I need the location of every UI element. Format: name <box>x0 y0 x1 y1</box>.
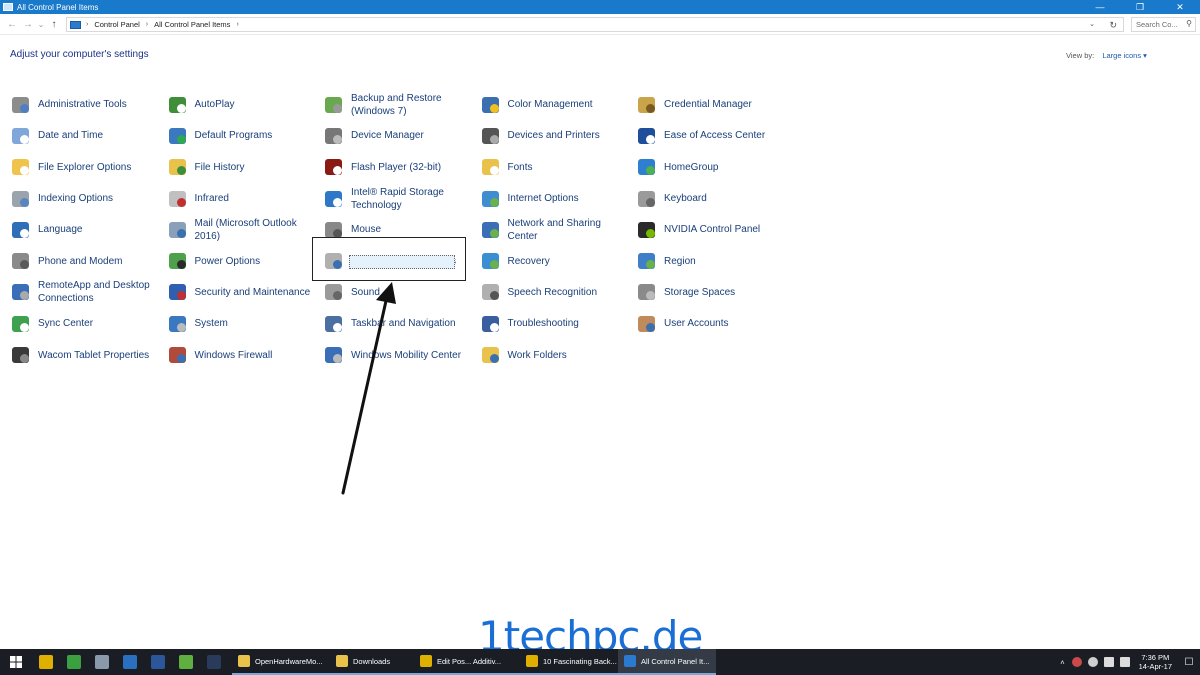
chrome-icon <box>420 655 432 667</box>
system-tray: ˄ 7:36 PM 14-Apr-17 ☐ <box>1060 649 1200 675</box>
control-panel-window: All Control Panel Items — ❐ ✕ ← → ⌄ ↑ › … <box>0 0 1200 675</box>
taskbar-window-label: 10 Fascinating Back... <box>543 656 617 666</box>
tray-app-icon[interactable] <box>1071 657 1082 667</box>
open-windows: OpenHardwareMo... Downloads Edit Pos... Ad… <box>232 649 716 675</box>
taskbar-window-button[interactable]: Downloads <box>330 649 414 675</box>
clock[interactable]: 7:36 PM 14-Apr-17 <box>1139 653 1172 671</box>
show-hidden-icons-button[interactable]: ˄ <box>1060 658 1064 667</box>
network-icon[interactable] <box>1103 657 1114 667</box>
greenapp-icon <box>67 655 81 669</box>
pinned-app[interactable] <box>144 649 172 675</box>
taskbar-window-label: OpenHardwareMo... <box>255 656 323 666</box>
taskbar-window-label: Downloads <box>353 656 391 666</box>
taskbar-window-label: All Control Panel It... <box>641 656 710 666</box>
notification-center-icon[interactable]: ☐ <box>1178 649 1200 675</box>
pinned-app[interactable] <box>116 649 144 675</box>
word-icon <box>151 655 165 669</box>
taskbar-window-button[interactable]: All Control Panel It... <box>618 649 716 675</box>
taskbar: OpenHardwareMo... Downloads Edit Pos... Ad… <box>0 649 1200 675</box>
folder-icon <box>336 655 348 667</box>
clock-date: 14-Apr-17 <box>1138 662 1172 671</box>
outlook-icon <box>123 655 137 669</box>
chrome-icon <box>39 655 53 669</box>
annotation-arrow <box>341 282 396 495</box>
photoshop-icon <box>207 655 221 669</box>
taskbar-window-button[interactable]: OpenHardwareMo... <box>232 649 330 675</box>
start-button[interactable] <box>0 649 32 675</box>
control-panel-icon <box>624 655 636 667</box>
windows-logo-icon <box>10 656 22 668</box>
taskbar-window-button[interactable]: Edit Pos... Additiv... <box>414 649 520 675</box>
tray-app-icon[interactable] <box>1087 657 1098 667</box>
taskbar-window-button[interactable]: 10 Fascinating Back... <box>520 649 618 675</box>
pinned-app[interactable] <box>32 649 60 675</box>
taskbar-window-label: Edit Pos... Additiv... <box>437 656 502 666</box>
pinned-app[interactable] <box>60 649 88 675</box>
volume-icon[interactable] <box>1119 657 1130 667</box>
steam-icon <box>95 655 109 669</box>
pinned-apps <box>32 649 228 675</box>
pinned-app[interactable] <box>88 649 116 675</box>
utorrent-icon <box>179 655 193 669</box>
folder-icon <box>238 655 250 667</box>
chrome-icon <box>526 655 538 667</box>
pinned-app[interactable] <box>172 649 200 675</box>
clock-time: 7:36 PM <box>1141 653 1170 662</box>
pinned-app[interactable] <box>200 649 228 675</box>
